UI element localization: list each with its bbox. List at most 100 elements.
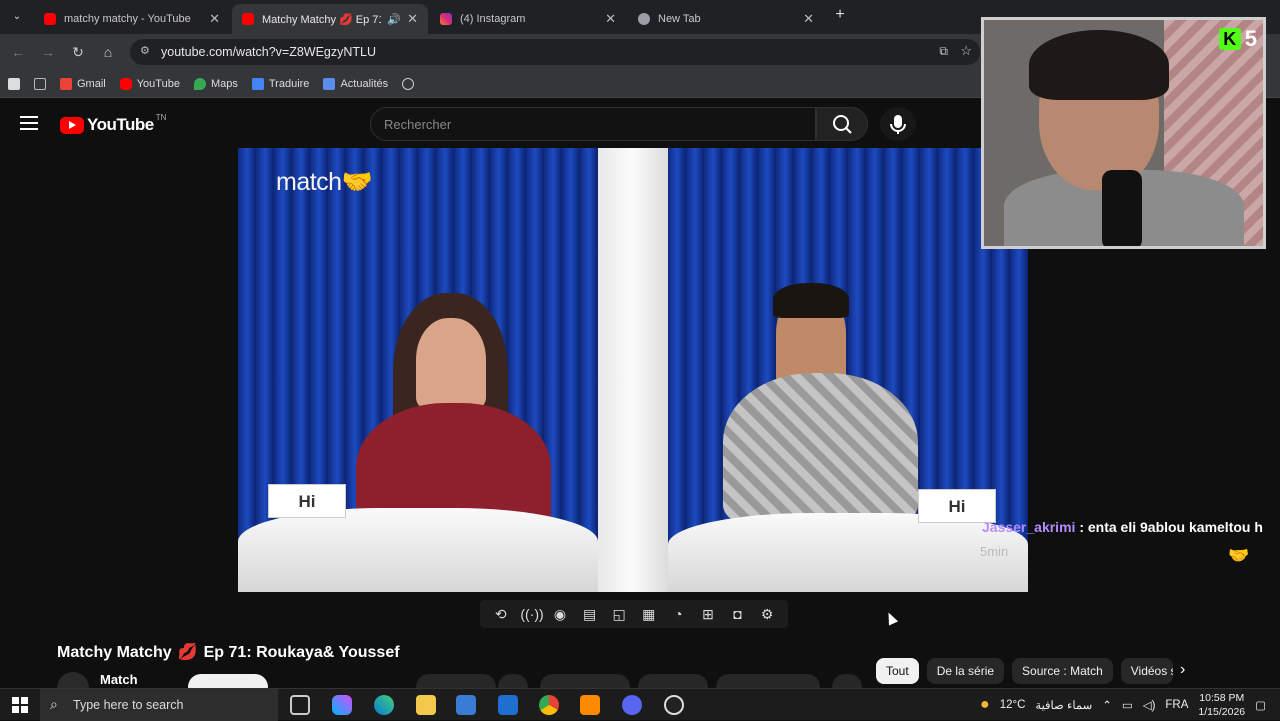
bookmark-actualites[interactable]: Actualités bbox=[323, 77, 389, 90]
chat-message: Jasser_akrimi : enta eli 9ablou kameltou… bbox=[982, 519, 1263, 535]
task-view-icon[interactable] bbox=[290, 695, 310, 715]
man-body bbox=[723, 373, 918, 523]
settings-gear-icon[interactable]: ⚙ bbox=[757, 605, 777, 623]
streamer-hair bbox=[1029, 30, 1169, 100]
home-icon[interactable]: ⌂ bbox=[98, 42, 118, 62]
youtube-logo[interactable]: YouTube TN bbox=[60, 113, 166, 135]
youtube-icon bbox=[119, 77, 132, 90]
bookmark-label: YouTube bbox=[136, 77, 180, 90]
globe-icon bbox=[402, 77, 415, 90]
weather-temperature[interactable]: 12°C bbox=[1000, 699, 1026, 711]
clock-date: 1/15/2026 bbox=[1198, 706, 1246, 718]
kick-viewer-badge: K 5 bbox=[1218, 26, 1257, 52]
close-tab-icon[interactable]: ✕ bbox=[605, 11, 616, 27]
back-arrow-icon[interactable]: ← bbox=[8, 42, 28, 62]
new-tab-button[interactable]: + bbox=[830, 6, 850, 24]
streamer-webcam: K 5 bbox=[981, 17, 1266, 249]
video-title: Matchy Matchy 💋 Ep 71: Roukaya& Youssef bbox=[57, 642, 400, 662]
search-button[interactable] bbox=[816, 107, 868, 141]
microsoft-store-icon[interactable] bbox=[456, 695, 476, 715]
maps-pin-icon bbox=[193, 77, 206, 90]
copilot-icon[interactable] bbox=[332, 695, 352, 715]
reload-icon[interactable]: ↻ bbox=[68, 42, 88, 62]
weather-sun-icon[interactable]: ● bbox=[980, 696, 990, 714]
network-icon[interactable]: ▭ bbox=[1122, 698, 1133, 712]
language-indicator[interactable]: FRA bbox=[1165, 699, 1188, 711]
voice-search-button[interactable] bbox=[880, 107, 916, 141]
tab-title: matchy matchy - YouTube bbox=[64, 13, 191, 25]
search-input[interactable]: Rechercher bbox=[370, 107, 816, 141]
bookmark-globe[interactable] bbox=[402, 77, 415, 90]
bookmark-star-icon[interactable]: ☆ bbox=[960, 43, 972, 59]
site-info-icon[interactable]: ⚙ bbox=[140, 44, 150, 57]
tab-search-chevron-icon[interactable]: ⌄ bbox=[7, 8, 27, 26]
audio-waves-icon[interactable]: ((·)) bbox=[520, 605, 543, 623]
volume-icon[interactable]: ◁) bbox=[1143, 698, 1156, 712]
clock[interactable]: 10:58 PM 1/15/2026 bbox=[1198, 691, 1245, 719]
chat-timestamp: 5min bbox=[980, 544, 1009, 559]
recommendation-chips: Tout De la série Source : Match Vidéos s bbox=[876, 658, 1173, 684]
chip-videos[interactable]: Vidéos s bbox=[1120, 658, 1173, 684]
mail-icon[interactable] bbox=[498, 695, 518, 715]
weather-description[interactable]: سماء صافية bbox=[1035, 698, 1092, 712]
add-frame-icon[interactable]: ⊞ bbox=[698, 605, 718, 623]
hi-card-left: Hi bbox=[268, 484, 346, 518]
video-player[interactable]: match🤝 Hi Hi bbox=[238, 148, 1028, 592]
table-left bbox=[238, 508, 598, 592]
speed-icon[interactable]: ◔ bbox=[668, 605, 688, 623]
install-app-icon[interactable]: ⧉ bbox=[939, 44, 948, 59]
chip-source-match[interactable]: Source : Match bbox=[1012, 658, 1113, 684]
cinema-icon[interactable]: ▤ bbox=[580, 605, 600, 623]
screenshot-icon[interactable]: ◘ bbox=[728, 605, 748, 623]
chevron-right-icon[interactable]: › bbox=[1180, 661, 1185, 679]
pip-icon[interactable]: ▦ bbox=[639, 605, 659, 623]
close-tab-icon[interactable]: ✕ bbox=[209, 11, 220, 27]
bookmark-square-icon[interactable] bbox=[8, 77, 20, 90]
tab-matchy-episode[interactable]: Matchy Matchy 💋 Ep 71: R 🔊 ✕ bbox=[232, 4, 428, 34]
windows-start-icon[interactable] bbox=[12, 697, 28, 713]
chrome-icon[interactable] bbox=[539, 695, 559, 715]
obs-icon[interactable] bbox=[664, 695, 684, 715]
tab-title: (4) Instagram bbox=[460, 13, 526, 25]
resize-icon[interactable]: ◱ bbox=[609, 605, 629, 623]
bookmark-youtube[interactable]: YouTube bbox=[119, 77, 180, 90]
bookmark-label: Traduire bbox=[268, 77, 310, 90]
notifications-icon[interactable]: ▢ bbox=[1255, 698, 1266, 712]
tab-instagram[interactable]: (4) Instagram ✕ bbox=[430, 4, 626, 34]
menu-icon[interactable] bbox=[20, 116, 38, 130]
bookmark-gmail[interactable]: Gmail bbox=[60, 77, 106, 90]
video-tools-toolbar: ⟲ ((·)) ◉ ▤ ◱ ▦ ◔ ⊞ ◘ ⚙ bbox=[480, 600, 788, 628]
youtube-favicon-icon bbox=[44, 13, 56, 25]
close-tab-icon[interactable]: ✕ bbox=[803, 11, 814, 27]
logo-word: YouTube bbox=[87, 115, 154, 134]
url-text[interactable]: youtube.com/watch?v=Z8WEgzyNTLU bbox=[161, 45, 376, 59]
tab-title: Matchy Matchy 💋 Ep 71: R bbox=[262, 13, 381, 26]
taskbar-search-input[interactable]: ⌕ Type here to search bbox=[40, 689, 278, 721]
channel-name[interactable]: Match bbox=[100, 672, 138, 687]
bookmark-label: Actualités bbox=[340, 77, 389, 90]
sublime-icon[interactable] bbox=[580, 695, 600, 715]
search-placeholder: Rechercher bbox=[384, 117, 452, 132]
edge-icon[interactable] bbox=[374, 695, 394, 715]
apps-grid-icon[interactable] bbox=[34, 77, 46, 90]
youtube-play-icon bbox=[60, 116, 84, 134]
white-divider bbox=[598, 148, 668, 592]
file-explorer-icon[interactable] bbox=[416, 695, 436, 715]
bookmark-traduire[interactable]: Traduire bbox=[251, 77, 310, 90]
windows-taskbar: ⌕ Type here to search ● 12°C سماء صافية … bbox=[0, 688, 1280, 721]
tab-new-tab[interactable]: New Tab ✕ bbox=[628, 4, 824, 34]
speaker-icon[interactable]: 🔊 bbox=[387, 13, 401, 26]
table-right bbox=[668, 513, 1028, 592]
watch-icon[interactable]: ◉ bbox=[550, 605, 570, 623]
tab-matchy-youtube[interactable]: matchy matchy - YouTube ✕ bbox=[34, 4, 230, 34]
forward-arrow-icon[interactable]: → bbox=[38, 42, 58, 62]
chip-tout[interactable]: Tout bbox=[876, 658, 919, 684]
loop-icon[interactable]: ⟲ bbox=[491, 605, 511, 623]
chip-de-la-serie[interactable]: De la série bbox=[926, 658, 1005, 684]
chat-username: Jasser_akrimi bbox=[982, 519, 1076, 535]
discord-icon[interactable] bbox=[622, 695, 642, 715]
bookmark-maps[interactable]: Maps bbox=[193, 77, 238, 90]
address-bar[interactable]: ⚙ youtube.com/watch?v=Z8WEgzyNTLU ⧉ ☆ bbox=[130, 39, 980, 65]
tray-expand-icon[interactable]: ⌃ bbox=[1102, 698, 1112, 712]
close-tab-icon[interactable]: ✕ bbox=[407, 11, 418, 27]
